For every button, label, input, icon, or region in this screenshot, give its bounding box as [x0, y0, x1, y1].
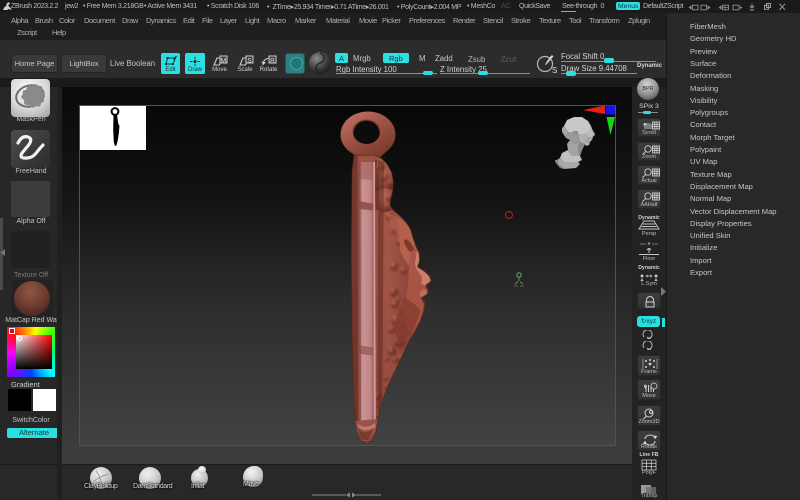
- svg-text:R: R: [270, 57, 275, 64]
- svg-text:S: S: [247, 57, 252, 64]
- svg-text:M: M: [221, 57, 226, 64]
- svg-text:S: S: [552, 66, 557, 75]
